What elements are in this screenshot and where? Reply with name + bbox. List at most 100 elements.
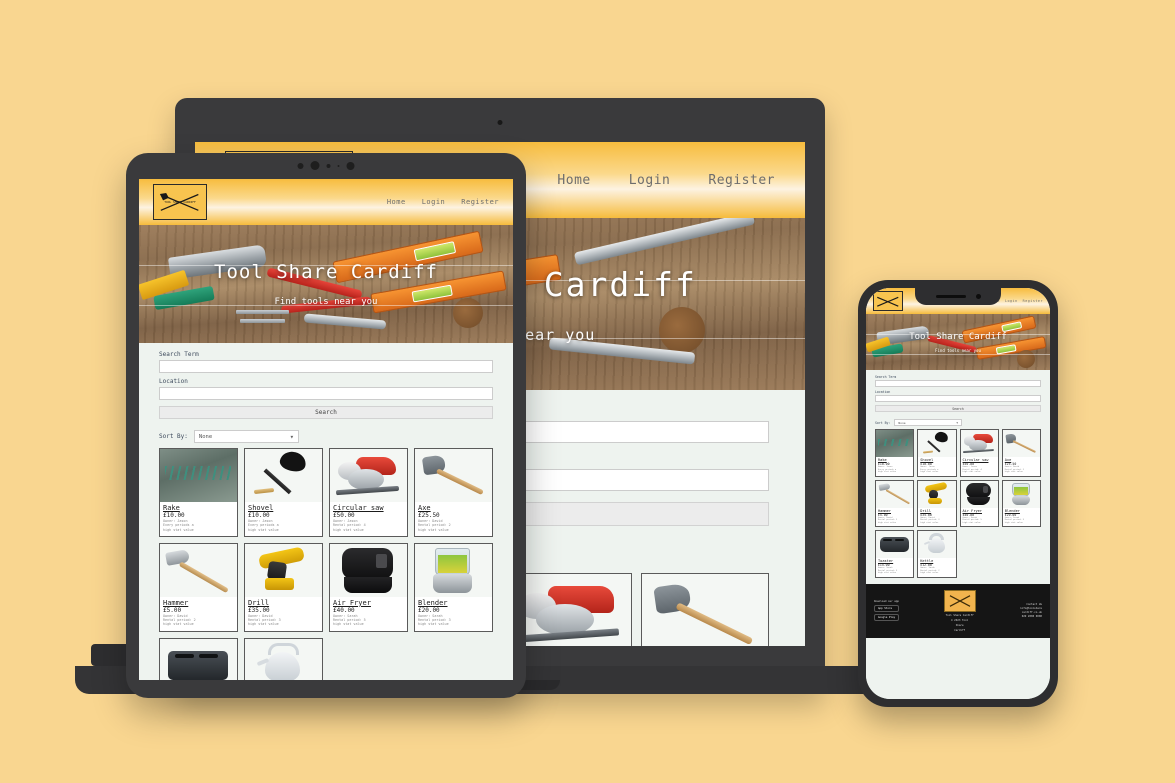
product-details: Hammer £5.00 Owner: David Rental period: 2h… [160,596,237,631]
sort-select[interactable]: None ▾ [193,430,299,443]
product-details: Circular saw £50.00 Owner: Jason Rental per… [960,457,998,476]
product-card[interactable]: Blender £20.00 Owner: Sarah Rental period: … [1001,479,1041,527]
product-card[interactable]: Blender £20.00 Owner: Sarah Rental period: … [414,542,493,632]
drill-image [245,544,322,597]
footer-logo-caption: Tool Share Cardiff [945,613,974,617]
nav-item-home[interactable]: Home [557,173,590,188]
product-name[interactable]: Air Fryer [333,599,404,607]
product-name[interactable]: Axe [418,504,489,512]
product-meta-3: high stat value [920,572,939,574]
brand-logo-tablet[interactable]: TOOL SHARE CARDIFF [153,184,207,220]
tablet-sensor-1 [297,162,304,169]
search-term-input[interactable] [159,360,493,373]
phone-speaker-icon [935,295,966,298]
location-label: Location [875,390,891,394]
product-card[interactable]: Shovel£10.00Owner: JasonEvery periods ah… [244,448,323,537]
sort-selected-value: None [898,420,906,425]
product-details: Axe £25.50 Owner: David Rental period: 2 hig… [1002,457,1040,476]
product-name[interactable]: Shovel [248,504,319,512]
nav-item-login[interactable]: Login [422,198,446,206]
hammer-image [876,481,913,508]
product-price: £20.00 [418,606,440,614]
location-input[interactable] [875,395,1041,402]
product-price: £35.00 [248,606,270,614]
product-name[interactable]: Hammer [163,599,234,607]
phone-body: Home Login Register [858,280,1058,707]
nav-item-login[interactable]: Login [1005,299,1018,303]
footer-download-heading: Download our app [874,600,899,603]
product-card[interactable]: Circular saw£50.00Owner: JasonRental per… [329,448,408,537]
product-details: Drill £35.00 Owner: David Rental period: 3h… [918,507,956,526]
shovel-image [918,430,955,457]
product-name[interactable]: Drill [248,599,319,607]
nav-item-login[interactable]: Login [629,173,671,188]
product-card[interactable]: Kettle£12.00Owner: SarahRental period: 2… [244,637,323,680]
nav-item-register[interactable]: Register [1023,299,1043,303]
product-card[interactable]: Kettle£12.00Owner: SarahRental period: 2… [917,530,957,578]
search-panel-tablet: Search Term Location Search [139,343,513,423]
search-term-input[interactable] [875,380,1041,387]
tablet-body: TOOL SHARE CARDIFF Home Login Register T… [126,153,526,698]
product-card[interactable]: Toaster£15.00Owner: SarahRental period: … [159,637,238,681]
blender-image [415,544,492,597]
sort-select[interactable]: None ▾ [894,419,963,426]
site-header-tablet: TOOL SHARE CARDIFF Home Login Register [139,179,513,225]
product-price: £50.00 [333,512,355,519]
tablet-sensor-4 [346,161,355,170]
product-image [1002,430,1040,457]
play-store-badge[interactable]: Google Play [874,614,900,621]
phone-camera-icon [975,294,981,299]
product-card[interactable]: Drill £35.00 Owner: David Rental period: 3h… [244,542,323,632]
product-image [245,638,322,680]
product-card[interactable]: Air Fryer £40.00 Owner: Sarah Rental period… [329,542,408,632]
product-card[interactable]: Shovel£10.00Owner: JasonEvery periods ah… [917,429,957,477]
nav-item-register[interactable]: Register [708,173,775,188]
product-image [876,430,914,457]
product-meta-3: high stat value [248,622,279,627]
product-card[interactable]: Axe£25.50Owner: DavidRental period: 2hig… [414,448,493,537]
crossed-tools-icon: TOOL SHARE CARDIFF [159,192,199,211]
search-button[interactable]: Search [875,405,1041,412]
brand-logo-phone[interactable] [873,291,903,311]
product-card[interactable]: Toaster£15.00Owner: SarahRental period: … [875,530,915,578]
product-details: Shovel £10.00 Owner: Jason Every periods ah… [918,457,956,476]
hero-overlay-phone: Tool Share Cardiff Find tools near you [866,314,1050,370]
product-image [642,574,768,646]
search-term-label: Search Term [875,375,897,379]
chevron-down-icon: ▾ [955,420,959,425]
product-card[interactable]: Axe£25.50Owner: DavidRental period: 2hig… [641,573,769,646]
nav-item-home[interactable]: Home [387,198,406,206]
product-card[interactable]: Rake£10.00Owner: JasonEvery periods ahig… [875,429,915,477]
circular-saw-image [961,430,998,457]
product-card[interactable]: Circular saw£50.00Owner: JasonRental per… [959,429,999,477]
product-image [1002,480,1040,508]
app-store-badge[interactable]: App Store [874,605,900,612]
product-image [160,449,237,502]
product-name[interactable]: Blender [418,599,489,607]
product-card[interactable]: Drill £35.00 Owner: David Rental period: 3h… [917,479,957,527]
footer-contact-email[interactable]: info@toolshare [1020,607,1042,610]
product-name[interactable]: Circular saw [333,504,404,512]
toaster-image [160,639,237,681]
device-phone: Home Login Register [858,280,1058,707]
product-card[interactable]: Air Fryer £40.00 Owner: Sarah Rental period… [959,479,999,527]
footer-download-col: Download our app App Store Google Play [874,600,900,621]
crossed-tools-icon [877,296,899,307]
product-card[interactable]: Rake£10.00Owner: JasonEvery periods ahig… [159,448,238,537]
footer-logo[interactable] [943,589,976,612]
kettle-image [245,639,322,680]
sort-label: Sort By: [159,433,188,440]
product-card[interactable]: Hammer £5.00 Owner: David Rental period: 2h… [159,542,238,632]
footer-crossed-tools-icon [949,594,970,607]
product-meta-3: high stat value [962,471,981,473]
chevron-down-icon: ▾ [289,432,294,441]
nav-item-register[interactable]: Register [461,198,499,206]
product-name[interactable]: Rake [163,504,234,512]
product-meta-3: high stat value [962,521,981,524]
product-card[interactable]: Hammer £5.00 Owner: David Rental period: 2h… [875,479,915,527]
search-button[interactable]: Search [159,406,493,419]
circular-saw-image [330,449,407,502]
product-card[interactable]: Axe£25.50Owner: DavidRental period: 2hig… [1001,429,1041,477]
location-input[interactable] [159,387,493,400]
footer-copyright: © 2023 Tool [951,618,969,622]
